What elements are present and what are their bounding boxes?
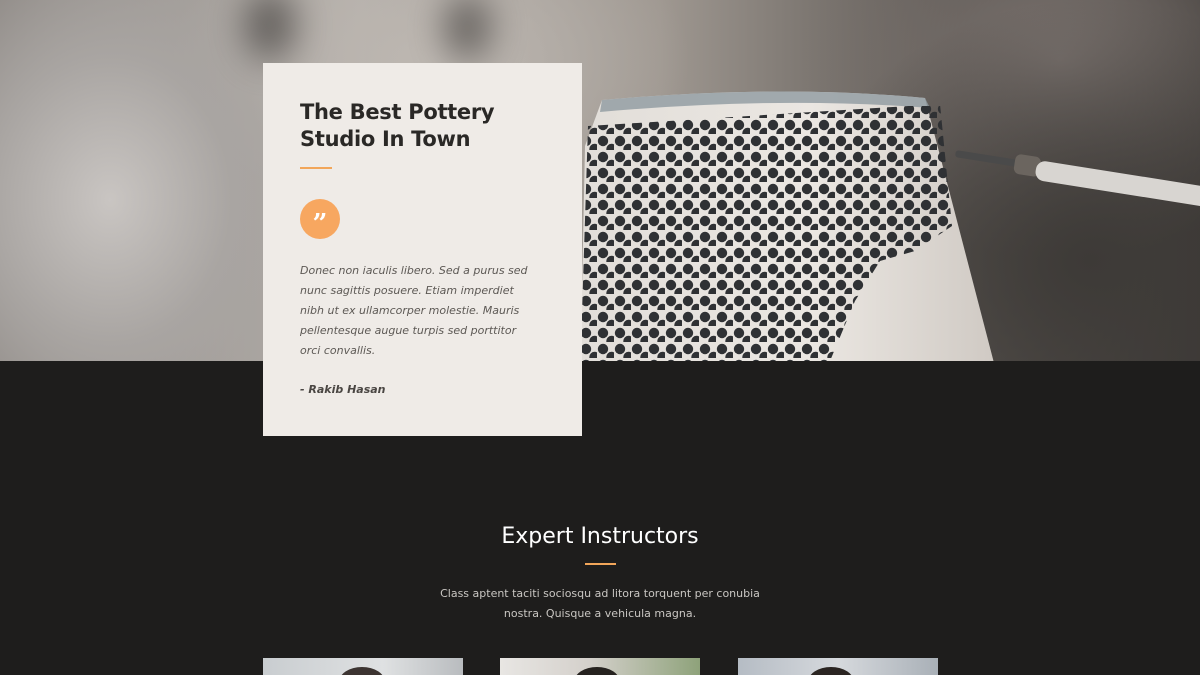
- section-description: Class aptent taciti sociosqu ad litora t…: [420, 584, 780, 624]
- quote-icon: ”: [300, 199, 340, 239]
- testimonial-title-line: Studio In Town: [300, 127, 471, 151]
- section-description-line: nostra. Quisque a vehicula magna.: [503, 607, 697, 620]
- testimonial-text-line: Donec non iaculis libero. Sed a purus se…: [300, 264, 528, 277]
- testimonial-title: The Best Pottery Studio In Town: [300, 99, 545, 153]
- instructor-head: [574, 667, 620, 675]
- section-description-line: Class aptent taciti sociosqu ad litora t…: [440, 587, 760, 600]
- testimonial-text-line: nibh ut ex ullamcorper molestie. Mauris: [300, 304, 520, 317]
- instructor-head: [339, 667, 385, 675]
- testimonial-card: The Best Pottery Studio In Town ” Donec …: [263, 63, 582, 436]
- instructor-photo[interactable]: [263, 658, 463, 675]
- testimonial-text-line: nunc sagittis posuere. Etiam imperdiet: [300, 284, 514, 297]
- instructor-head: [808, 667, 854, 675]
- testimonial-title-line: The Best Pottery: [300, 100, 495, 124]
- section-title: Expert Instructors: [501, 524, 699, 549]
- testimonial-author: - Rakib Hasan: [300, 383, 386, 396]
- hero-image: [0, 0, 1200, 361]
- quote-glyph: ”: [312, 209, 328, 239]
- title-divider: [300, 167, 332, 169]
- testimonial-text: Donec non iaculis libero. Sed a purus se…: [300, 261, 540, 361]
- testimonial-text-line: orci convallis.: [300, 344, 376, 357]
- instructor-photo[interactable]: [738, 658, 938, 675]
- pottery-vase-image: [580, 91, 994, 361]
- section-divider: [585, 563, 616, 565]
- testimonial-text-line: pellentesque augue turpis sed porttitor: [300, 324, 517, 337]
- instructor-photo[interactable]: [500, 658, 700, 675]
